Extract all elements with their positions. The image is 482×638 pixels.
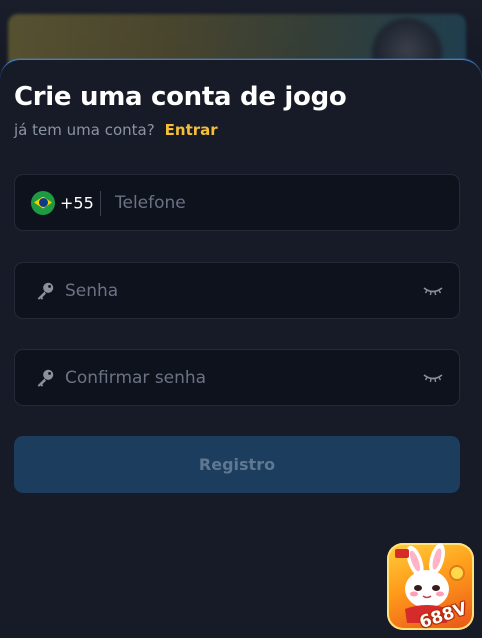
- password-input[interactable]: Senha: [65, 281, 118, 301]
- register-button[interactable]: Registro: [14, 436, 460, 493]
- dial-code[interactable]: +55: [60, 193, 94, 212]
- login-link[interactable]: Entrar: [165, 121, 218, 139]
- field-divider: [100, 191, 101, 216]
- key-icon: [37, 282, 54, 300]
- phone-input[interactable]: Telefone: [115, 193, 186, 213]
- phone-field[interactable]: +55 Telefone: [14, 174, 460, 231]
- page-title: Crie uma conta de jogo: [14, 82, 347, 112]
- key-icon: [37, 369, 54, 387]
- eye-closed-icon[interactable]: [423, 285, 443, 297]
- login-prompt-text: já tem uma conta?: [14, 121, 155, 139]
- app-badge[interactable]: 688V: [387, 543, 474, 630]
- login-prompt: já tem uma conta? Entrar: [14, 121, 218, 139]
- confirm-password-input[interactable]: Confirmar senha: [65, 368, 206, 388]
- confirm-password-field[interactable]: Confirmar senha: [14, 349, 460, 406]
- brazil-flag-icon[interactable]: [31, 190, 55, 215]
- eye-closed-icon[interactable]: [423, 372, 443, 384]
- password-field[interactable]: Senha: [14, 262, 460, 319]
